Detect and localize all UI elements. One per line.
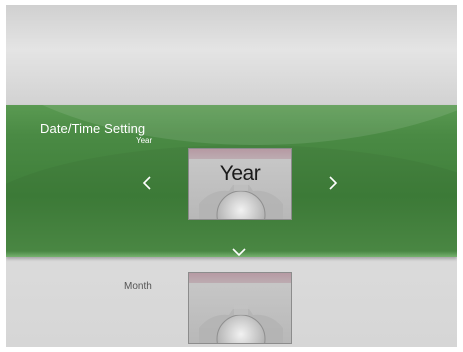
page-title: Date/Time Setting (40, 121, 146, 136)
year-option-label: Year (219, 162, 261, 185)
gear-icon (199, 305, 283, 343)
year-option-tile[interactable]: Year (188, 148, 292, 220)
top-background (6, 5, 457, 105)
chevron-left-icon[interactable] (142, 175, 152, 194)
month-option-label: Month (124, 281, 152, 292)
selection-band: Date/Time Setting Year Year (6, 105, 457, 257)
page-subtitle: Year (136, 136, 153, 145)
month-option-tile[interactable] (188, 272, 292, 344)
date-time-setting-screen: Date/Time Setting Year Year Month (6, 5, 457, 347)
chevron-down-icon[interactable] (231, 242, 247, 257)
chevron-right-icon[interactable] (328, 175, 338, 194)
